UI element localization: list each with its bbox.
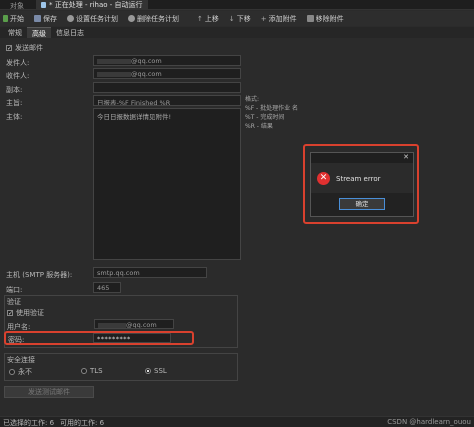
set-schedule-button[interactable]: 设置任务计划 — [67, 14, 118, 24]
subject-label: 主旨: — [6, 99, 23, 107]
radio-selected-icon — [145, 368, 151, 374]
tab-log[interactable]: 信息日志 — [51, 27, 89, 38]
status-bar: 已选择的工作: 6 可用的工作: 6 CSDN @hardlearn_ouou — [0, 416, 474, 427]
save-button[interactable]: 保存 — [34, 14, 57, 24]
recipient-blurred-prefix — [97, 71, 131, 77]
floppy-icon — [34, 15, 41, 22]
use-auth-checkbox[interactable]: ✓ 使用验证 — [7, 308, 44, 318]
radio-icon — [81, 368, 87, 374]
plus-icon: + — [260, 14, 267, 23]
checkbox-checked-icon: ✓ — [7, 310, 14, 317]
document-tab[interactable]: * 正在处理 - rihao - 自动运行 — [36, 0, 148, 10]
add-attachment-button[interactable]: + 添加附件 — [261, 14, 297, 24]
tab-general[interactable]: 常规 — [3, 27, 27, 38]
host-field[interactable]: smtp.qq.com — [93, 267, 207, 278]
close-icon[interactable]: ✕ — [403, 153, 409, 161]
security-option-tls-label: TLS — [90, 367, 103, 375]
arrow-down-icon: ↓ — [228, 14, 235, 23]
arrow-up-icon: ↑ — [197, 14, 203, 23]
checkbox-checked-icon: ✓ — [6, 45, 13, 52]
security-option-never-label: 永不 — [18, 368, 32, 376]
recipient-field[interactable]: @qq.com — [93, 68, 241, 79]
move-up-button[interactable]: ↑ 上移 — [197, 14, 219, 24]
move-up-label: 上移 — [204, 14, 219, 23]
port-field[interactable]: 465 — [93, 282, 121, 293]
host-label: 主机 (SMTP 服务器): — [6, 271, 73, 279]
radio-icon — [9, 369, 15, 375]
start-button[interactable]: 开始 — [3, 14, 24, 24]
username-field[interactable]: @qq.com — [94, 319, 174, 329]
move-down-label: 下移 — [236, 14, 251, 23]
sender-value: @qq.com — [131, 57, 162, 65]
gear-delete-icon — [128, 15, 135, 22]
title-bar: 对象 * 正在处理 - rihao - 自动运行 — [0, 0, 474, 10]
username-value: @qq.com — [126, 321, 157, 329]
start-label: 开始 — [10, 14, 24, 23]
security-group: 安全连接 永不 TLS SSL — [4, 353, 238, 381]
recipient-value: @qq.com — [131, 70, 162, 78]
delete-schedule-button[interactable]: 删除任务计划 — [128, 14, 179, 24]
use-auth-label: 使用验证 — [16, 309, 44, 317]
delete-schedule-label: 删除任务计划 — [137, 14, 179, 23]
format-hint: 格式: %F - 批处理作业 名 %T - 完成时间 %R - 结果 — [245, 96, 299, 130]
object-panel-label: 对象 — [10, 2, 24, 10]
cc-field[interactable] — [93, 82, 241, 93]
send-email-label: 发送邮件 — [15, 44, 43, 52]
subject-field[interactable]: 日报表-%F Finished %R — [93, 95, 241, 106]
tab-strip: 常规 高级 信息日志 — [0, 27, 474, 38]
tab-advanced[interactable]: 高级 — [27, 27, 51, 38]
auth-section-label: 验证 — [7, 298, 21, 306]
remove-attachment-button[interactable]: 移除附件 — [306, 14, 344, 24]
error-message: Stream error — [336, 175, 381, 183]
port-label: 端口: — [6, 286, 23, 294]
send-email-checkbox[interactable]: ✓ 发送邮件 — [6, 43, 43, 53]
selected-jobs-status: 已选择的工作: 6 — [3, 419, 55, 427]
security-option-never[interactable]: 永不 — [9, 367, 32, 377]
error-dialog: ✕ ✕ Stream error 确定 — [310, 152, 414, 217]
document-tab-title: * 正在处理 - rihao - 自动运行 — [49, 1, 143, 9]
move-down-button[interactable]: ↓ 下移 — [229, 14, 251, 24]
sender-label: 发件人: — [6, 59, 30, 67]
recipient-label: 收件人: — [6, 72, 30, 80]
body-label: 主体: — [6, 113, 23, 121]
save-label: 保存 — [43, 14, 57, 23]
available-jobs-status: 可用的工作: 6 — [60, 419, 105, 427]
play-icon — [3, 15, 8, 22]
username-blurred-prefix — [98, 322, 126, 328]
set-schedule-label: 设置任务计划 — [76, 14, 118, 23]
password-label: 密码: — [8, 336, 25, 344]
gear-icon — [67, 15, 74, 22]
body-textarea[interactable]: 今日日报数据详情见附件! — [93, 108, 241, 260]
security-option-ssl-label: SSL — [154, 367, 167, 375]
watermark: CSDN @hardlearn_ouou — [387, 418, 471, 426]
sender-field[interactable]: @qq.com — [93, 55, 241, 66]
document-icon — [41, 2, 46, 8]
remove-attachment-label: 移除附件 — [315, 14, 344, 23]
security-option-tls[interactable]: TLS — [81, 367, 103, 375]
remove-icon — [306, 15, 314, 22]
security-section-label: 安全连接 — [7, 356, 35, 364]
error-icon: ✕ — [317, 172, 330, 185]
cc-label: 副本: — [6, 86, 23, 94]
send-test-button[interactable]: 发送测试邮件 — [4, 386, 94, 398]
add-attachment-label: 添加附件 — [268, 14, 297, 23]
ok-button[interactable]: 确定 — [339, 198, 385, 210]
dialog-title-bar: ✕ — [311, 153, 413, 163]
toolbar: 开始 保存 设置任务计划 删除任务计划 ↑ 上移 ↓ 下移 + 添加附件 移除附件 — [0, 11, 474, 26]
security-option-ssl[interactable]: SSL — [145, 367, 167, 375]
sender-blurred-prefix — [97, 58, 131, 64]
password-field[interactable]: ********* — [93, 333, 171, 343]
